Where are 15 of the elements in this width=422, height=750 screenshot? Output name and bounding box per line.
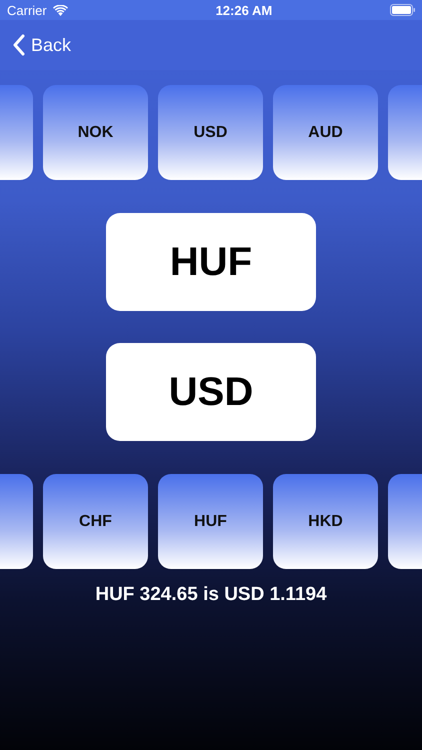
currency-tile[interactable]: HUF xyxy=(158,474,263,569)
currency-tile[interactable]: AUD xyxy=(273,85,378,180)
to-currency-card[interactable]: USD xyxy=(106,343,316,441)
currency-tile[interactable]: NOK xyxy=(43,85,148,180)
currency-tile[interactable]: CHF xyxy=(43,474,148,569)
battery-icon xyxy=(390,4,415,16)
carrier-label: Carrier xyxy=(7,2,47,18)
currency-tile[interactable]: HKD xyxy=(273,474,378,569)
chevron-left-icon xyxy=(12,34,25,56)
clock-time: 12:26 AM xyxy=(216,2,272,18)
currency-tile[interactable]: USD xyxy=(158,85,263,180)
conversion-result: HUF 324.65 is USD 1.1194 xyxy=(94,584,328,606)
wifi-icon xyxy=(52,4,68,16)
from-currency-card[interactable]: HUF xyxy=(106,213,316,311)
back-button[interactable]: Back xyxy=(12,34,72,56)
